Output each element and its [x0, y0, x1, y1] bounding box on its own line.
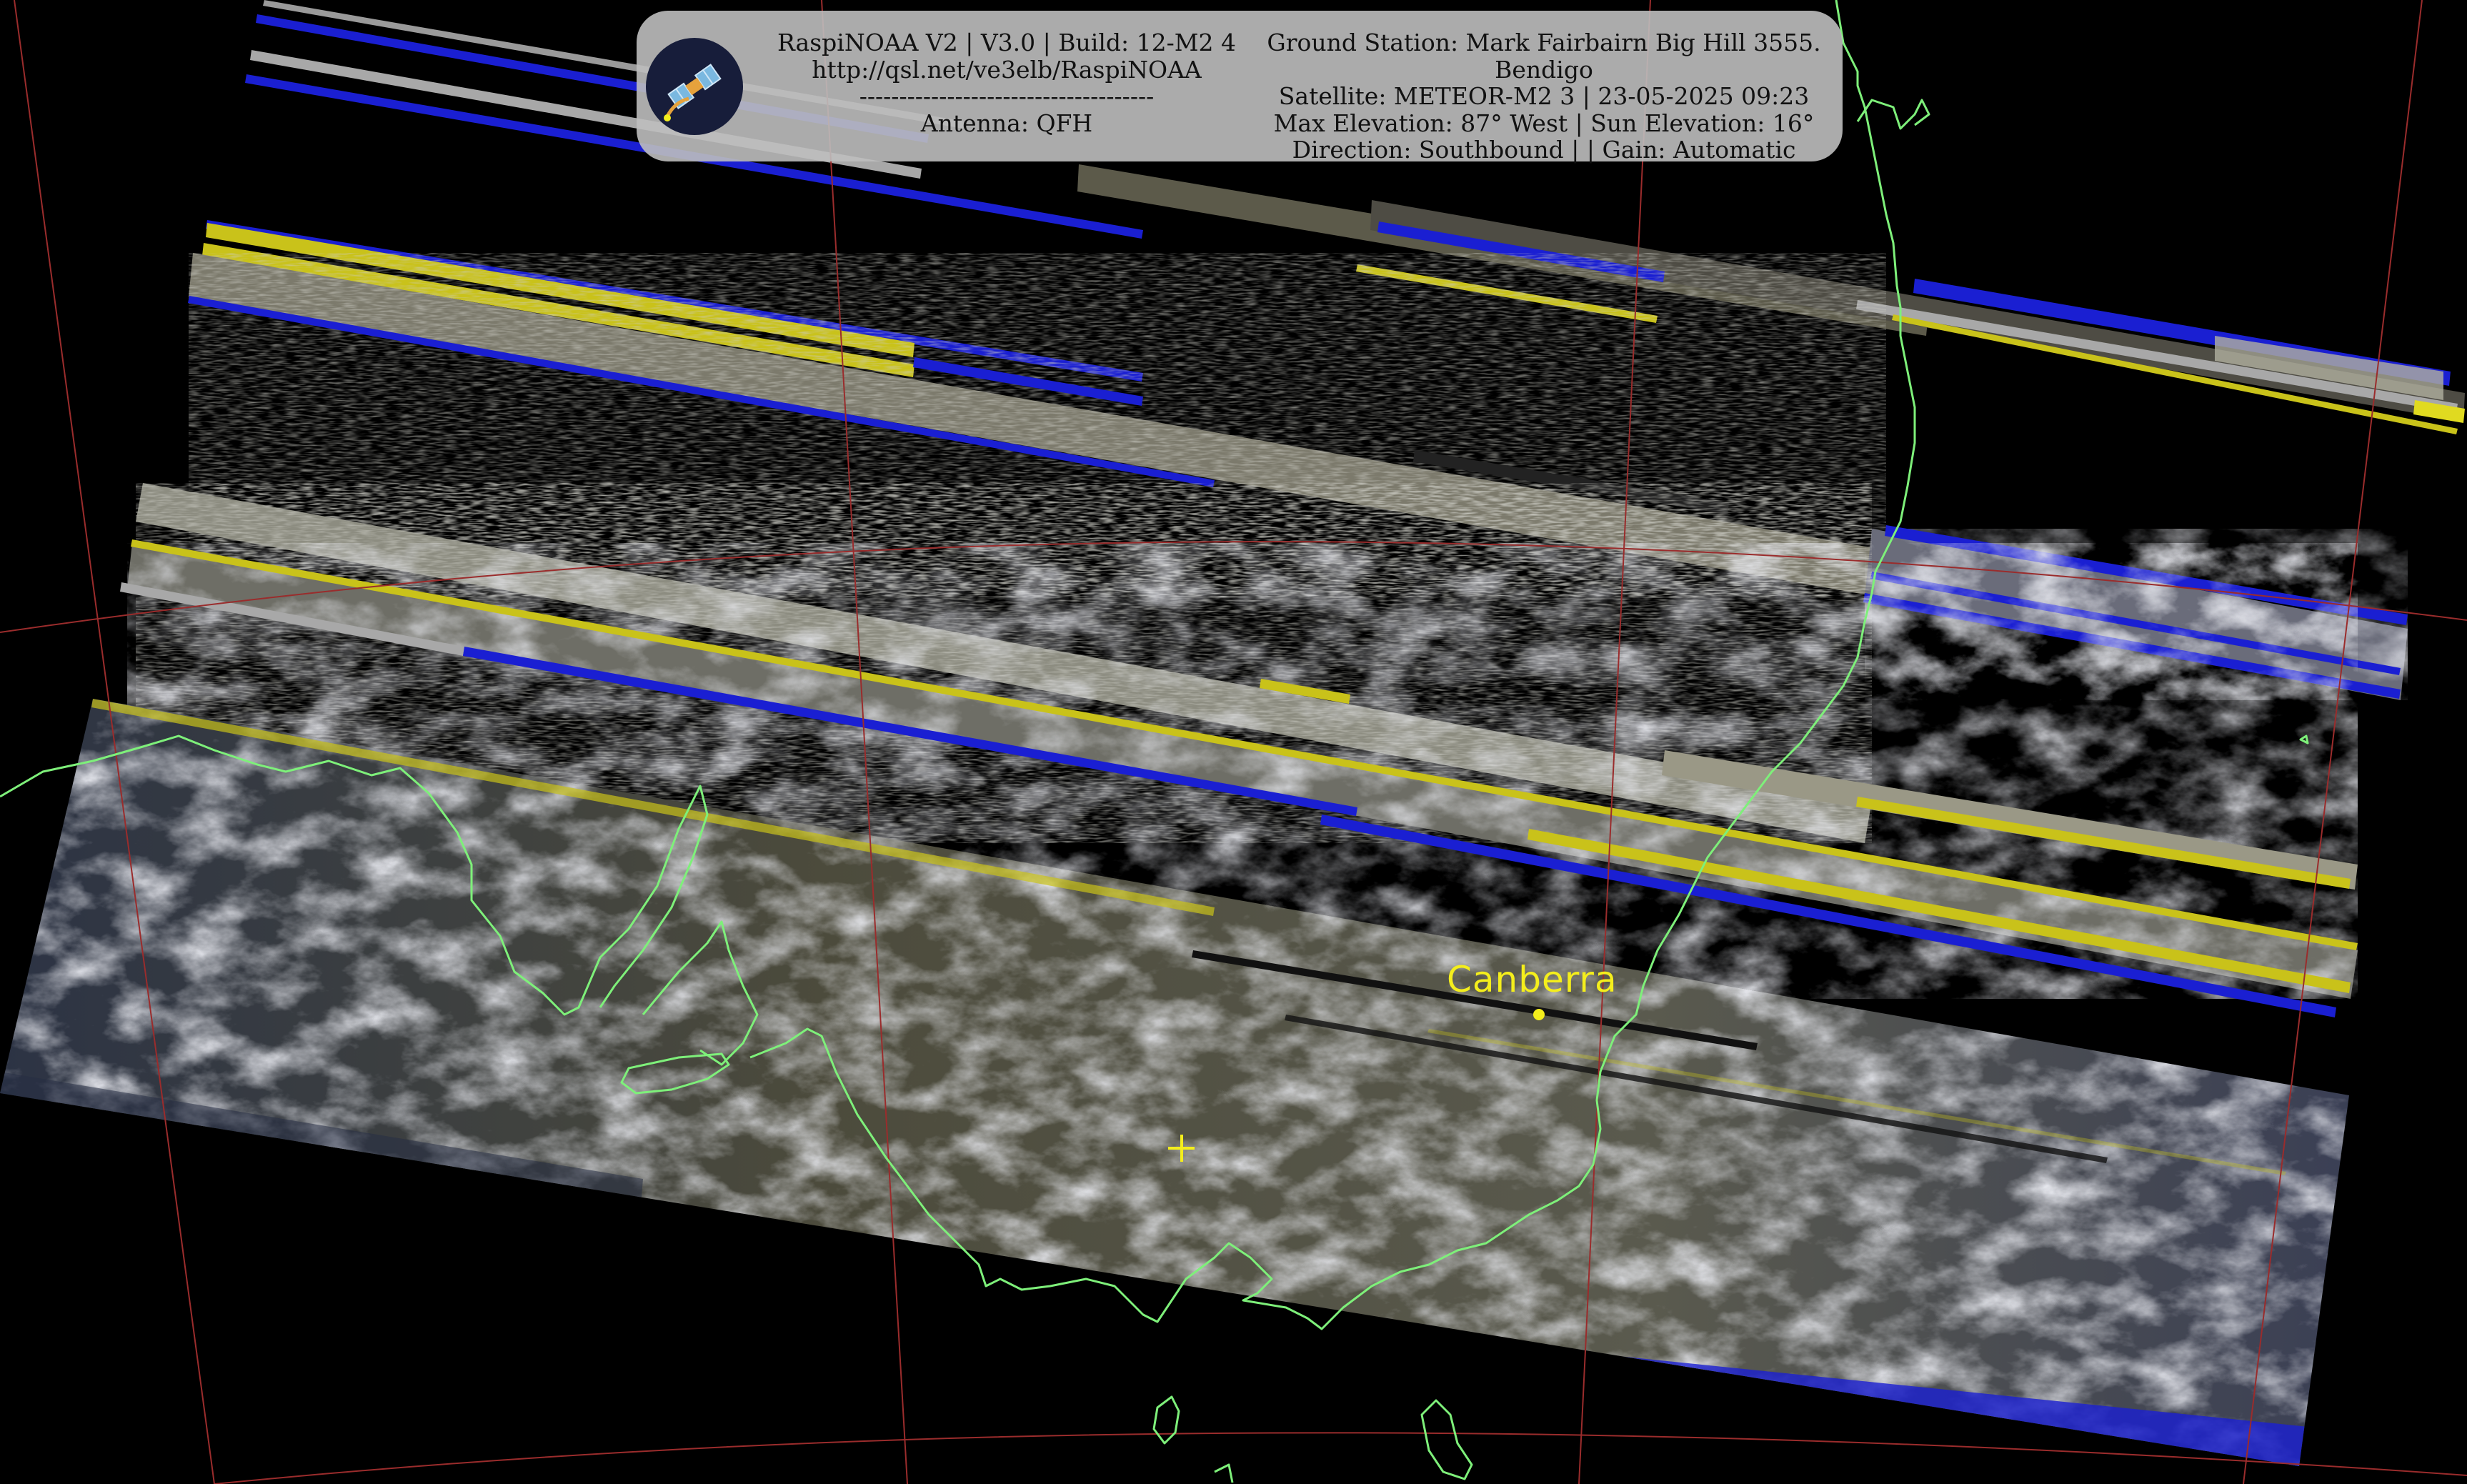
software-version-line: RaspiNOAA V2 | V3.0 | Build: 12-M2 4 [777, 29, 1237, 56]
software-info-text: RaspiNOAA V2 | V3.0 | Build: 12-M2 4 htt… [757, 29, 1257, 136]
city-label-canberra: Canberra [1447, 959, 1618, 1000]
satellite-logo-icon [646, 38, 743, 135]
direction-gain-line: Direction: Southbound | | Gain: Automati… [1292, 136, 1796, 164]
satellite-line: Satellite: METEOR-M2 3 | 23-05-2025 09:2… [1278, 82, 1810, 110]
pass-details-text: Ground Station: Mark Fairbairn Big Hill … [1251, 29, 1837, 164]
ground-station-city-line: Bendigo [1495, 55, 1593, 84]
elevation-line: Max Elevation: 87° West | Sun Elevation:… [1273, 109, 1815, 137]
antenna-line: Antenna: QFH [920, 109, 1093, 137]
project-url-line: http://qsl.net/ve3elb/RaspiNOAA [812, 55, 1202, 84]
city-dot-icon [1533, 1009, 1545, 1020]
pass-info-panel: RaspiNOAA V2 | V3.0 | Build: 12-M2 4 htt… [637, 11, 1843, 164]
separator-line: ------------------------------------- [859, 82, 1155, 110]
ground-station-line: Ground Station: Mark Fairbairn Big Hill … [1267, 29, 1821, 56]
satellite-image-scene [0, 0, 2467, 1484]
